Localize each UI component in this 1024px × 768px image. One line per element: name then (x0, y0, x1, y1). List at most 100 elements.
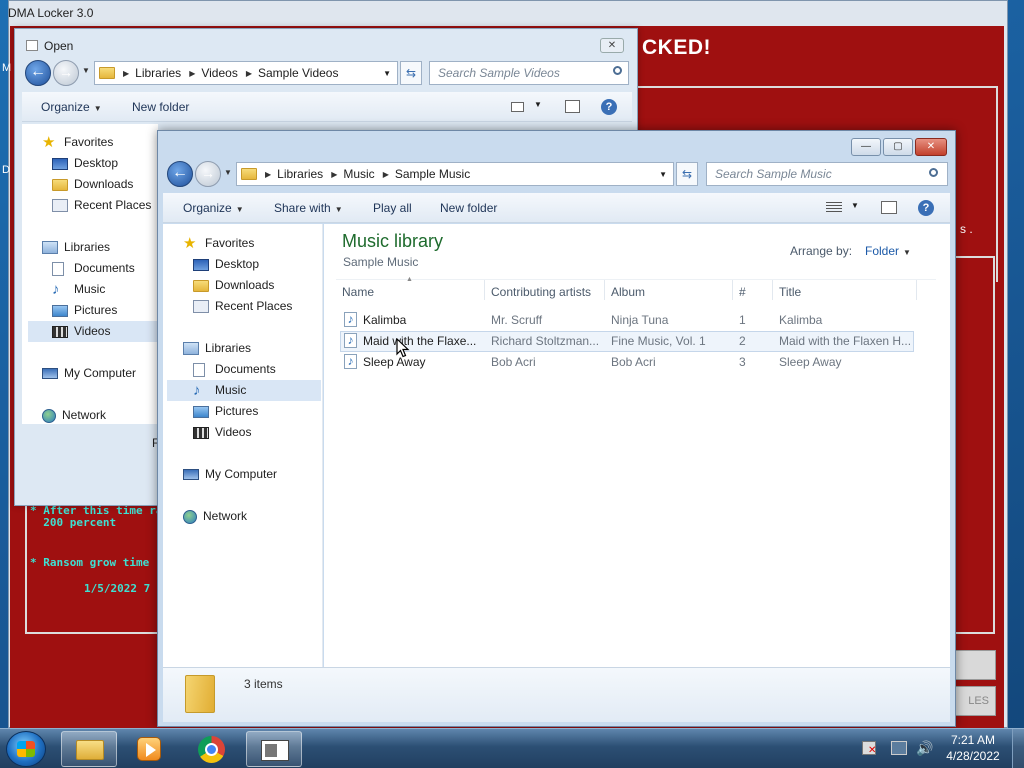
cell-artist: Bob Acri (491, 355, 536, 369)
clock-time[interactable]: 7:21 AM (941, 733, 1005, 747)
search-icon[interactable] (929, 168, 941, 180)
open-organize-button[interactable]: Organize ▼ (41, 100, 102, 114)
maximize-button[interactable]: ▢ (883, 138, 913, 156)
open-nav-desktop[interactable]: Desktop (52, 153, 118, 174)
column-divider[interactable] (732, 280, 733, 300)
open-nav-pictures[interactable]: Pictures (52, 300, 117, 321)
table-row[interactable]: ♪ Kalimba Mr. Scruff Ninja Tuna 1 Kalimb… (340, 310, 914, 331)
open-nav-libraries[interactable]: Libraries (42, 237, 110, 258)
videos-icon (193, 426, 209, 439)
table-row[interactable]: ♪ Sleep Away Bob Acri Bob Acri 3 Sleep A… (340, 352, 914, 373)
breadcrumb-libraries[interactable]: Libraries (277, 167, 323, 181)
column-divider[interactable] (604, 280, 605, 300)
clock-date[interactable]: 4/28/2022 (941, 749, 1005, 763)
open-new-folder-button[interactable]: New folder (132, 100, 189, 114)
breadcrumb-libraries[interactable]: Libraries (135, 66, 181, 80)
open-nav-network[interactable]: Network (42, 405, 106, 426)
breadcrumb-sample-videos[interactable]: Sample Videos (258, 66, 339, 80)
open-nav-documents[interactable]: Documents (52, 258, 135, 279)
nav-favorites[interactable]: ★ Favorites (183, 233, 254, 254)
help-icon[interactable]: ? (601, 99, 617, 115)
open-nav-videos[interactable]: Videos (28, 321, 158, 342)
view-dropdown-icon[interactable]: ▼ (851, 201, 859, 210)
column-divider[interactable] (484, 280, 485, 300)
column-header-name[interactable]: Name (342, 285, 374, 299)
column-header-title[interactable]: Title (779, 285, 801, 299)
cell-title: Kalimba (779, 313, 823, 327)
folder-icon (99, 67, 115, 79)
open-nav-music[interactable]: ♪ Music (52, 279, 105, 300)
nav-pictures[interactable]: Pictures (193, 401, 258, 422)
nav-music[interactable]: ♪ Music (167, 380, 321, 401)
play-all-button[interactable]: Play all (373, 201, 412, 215)
column-header-number[interactable]: # (739, 285, 746, 299)
view-details-icon[interactable] (826, 202, 842, 213)
nav-label: Documents (74, 261, 135, 275)
open-dialog-close-button[interactable]: ✕ (600, 38, 624, 53)
cell-album: Fine Music, Vol. 1 (611, 334, 706, 348)
column-header-album[interactable]: Album (611, 285, 645, 299)
forward-button[interactable]: → (195, 161, 221, 187)
column-divider[interactable] (916, 280, 917, 300)
open-nav-favorites[interactable]: ★ Favorites (42, 132, 113, 153)
nav-recent-places[interactable]: Recent Places (193, 296, 292, 317)
open-refresh-icon[interactable]: ⇆ (400, 61, 422, 85)
taskbar-chrome-button[interactable] (184, 731, 240, 767)
dma-ransom-line-2: 200 percent (30, 516, 117, 529)
address-dropdown-icon[interactable]: ▼ (659, 170, 667, 179)
column-header-artists[interactable]: Contributing artists (491, 285, 591, 299)
breadcrumb-music[interactable]: Music (343, 167, 374, 181)
address-dropdown-icon[interactable]: ▼ (383, 69, 391, 78)
open-history-dropdown-icon[interactable]: ▼ (82, 66, 90, 75)
nav-pane: ★ Favorites Desktop Downloads Recent Plac… (163, 224, 323, 667)
back-button[interactable]: ← (167, 161, 193, 187)
column-divider[interactable] (772, 280, 773, 300)
nav-libraries[interactable]: Libraries (183, 338, 251, 359)
network-tray-icon[interactable] (891, 741, 907, 755)
nav-videos[interactable]: Videos (193, 422, 251, 443)
nav-downloads[interactable]: Downloads (193, 275, 274, 296)
breadcrumb-videos[interactable]: Videos (201, 66, 237, 80)
breadcrumb-arrow-icon: ▶ (265, 169, 272, 179)
preview-pane-icon[interactable] (881, 201, 897, 214)
open-address-bar[interactable]: ▶ Libraries ▶ Videos ▶ Sample Videos ▼ (94, 61, 398, 85)
nav-computer[interactable]: My Computer (183, 464, 277, 485)
share-with-button[interactable]: Share with ▼ (274, 201, 343, 215)
organize-button[interactable]: Organize ▼ (183, 201, 244, 215)
network-icon (42, 408, 56, 423)
taskbar-explorer-button[interactable] (61, 731, 117, 767)
open-search-icon[interactable] (613, 66, 625, 78)
arrange-by-dropdown[interactable]: Folder ▼ (865, 244, 911, 258)
search-input[interactable]: Search Sample Music (706, 162, 948, 186)
nav-desktop[interactable]: Desktop (193, 254, 259, 275)
open-forward-button[interactable]: → (53, 60, 79, 86)
table-row[interactable]: ♪ Maid with the Flaxe... Richard Stoltzm… (340, 331, 914, 352)
open-back-button[interactable]: ← (25, 60, 51, 86)
refresh-icon[interactable]: ⇆ (676, 162, 698, 186)
volume-icon[interactable]: 🔊 (916, 740, 933, 757)
cell-number: 1 (739, 313, 746, 327)
view-dropdown-icon[interactable]: ▼ (534, 100, 542, 109)
action-center-icon[interactable]: ✕ (862, 741, 876, 756)
pictures-icon (193, 405, 209, 418)
nav-documents[interactable]: Documents (193, 359, 276, 380)
open-nav-computer[interactable]: My Computer (42, 363, 136, 384)
preview-pane-icon[interactable] (565, 100, 580, 113)
minimize-button[interactable]: — (851, 138, 881, 156)
new-folder-button[interactable]: New folder (440, 201, 497, 215)
taskbar-dma-locker-button[interactable] (246, 731, 302, 767)
windows-logo-icon (17, 741, 35, 757)
help-icon[interactable]: ? (918, 200, 934, 216)
show-desktop-button[interactable] (1012, 729, 1024, 768)
open-nav-downloads[interactable]: Downloads (52, 174, 133, 195)
view-options-icon[interactable] (511, 102, 524, 112)
address-bar[interactable]: ▶ Libraries ▶ Music ▶ Sample Music ▼ (236, 162, 674, 186)
taskbar-media-player-button[interactable] (121, 731, 177, 767)
nav-network[interactable]: Network (183, 506, 247, 527)
breadcrumb-sample-music[interactable]: Sample Music (395, 167, 470, 181)
open-nav-recent-places[interactable]: Recent Places (52, 195, 151, 216)
open-nav-pane: ★ Favorites Desktop Downloads Recent Plac… (22, 124, 158, 424)
history-dropdown-icon[interactable]: ▼ (224, 168, 232, 177)
open-search-input[interactable]: Search Sample Videos (429, 61, 629, 85)
close-button[interactable]: ✕ (915, 138, 947, 156)
